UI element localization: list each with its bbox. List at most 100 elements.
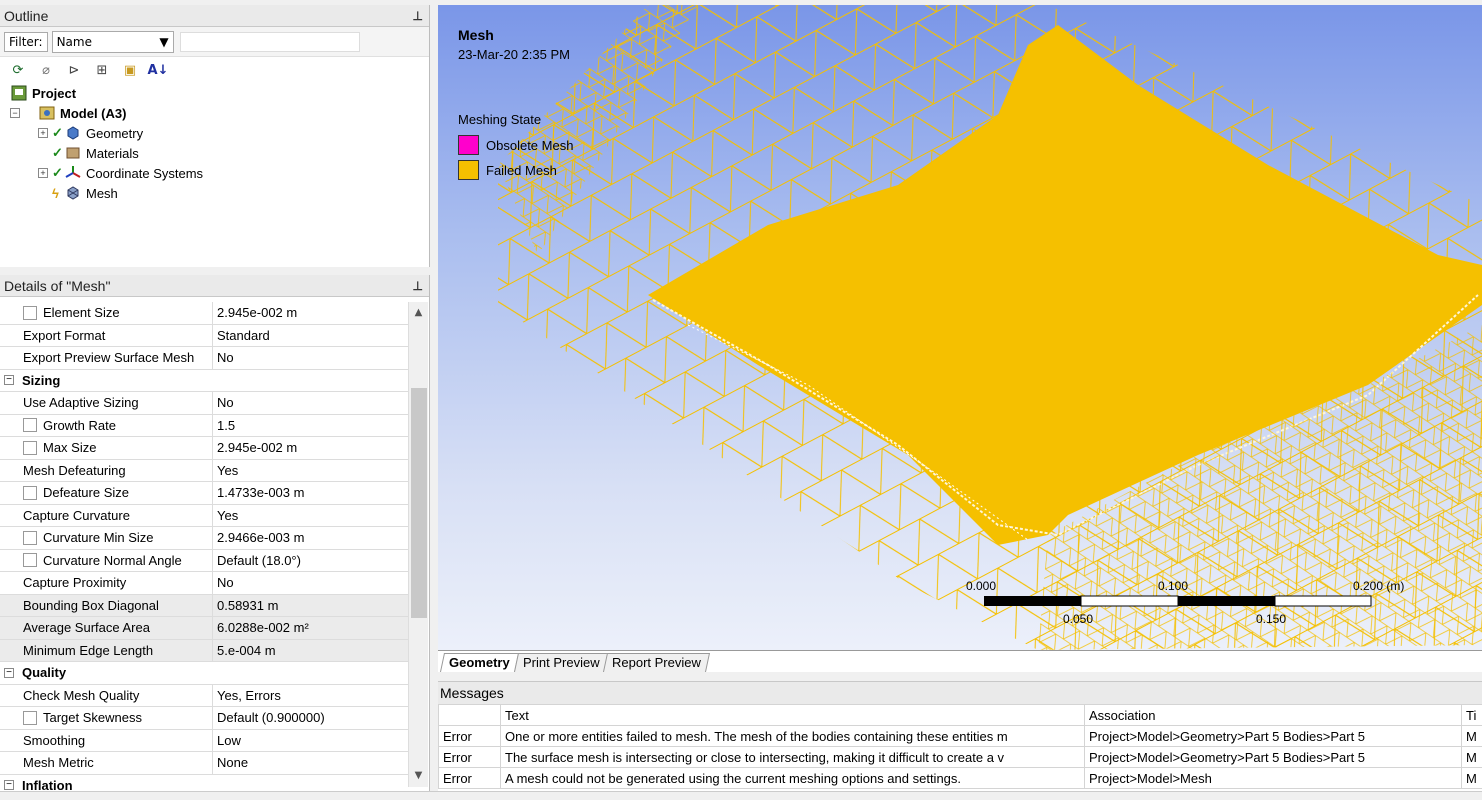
property-value[interactable]: 1.5 (213, 415, 408, 437)
graphics-viewport[interactable]: Mesh 23-Mar-20 2:35 PM Meshing State Obs… (438, 5, 1482, 650)
property-label: Use Adaptive Sizing (23, 395, 139, 411)
details-row[interactable]: Capture Proximity No (0, 572, 408, 595)
expand-all-icon[interactable]: ⊞ (92, 60, 112, 80)
property-label: Target Skewness (43, 710, 142, 726)
status-bar (0, 791, 1482, 800)
details-row[interactable]: Use Adaptive Sizing No (0, 392, 408, 415)
collapse-icon[interactable]: − (10, 108, 20, 118)
collapse-icon[interactable]: − (4, 375, 14, 386)
property-value[interactable]: Yes (213, 460, 408, 482)
property-value[interactable]: Low (213, 730, 408, 752)
tree-item-materials[interactable]: ✓ Materials (10, 143, 429, 163)
property-value[interactable]: 2.945e-002 m (213, 437, 408, 459)
parameter-checkbox[interactable] (23, 418, 37, 433)
legend-item-failed: Failed Mesh (458, 160, 557, 180)
details-row[interactable]: Max Size 2.945e-002 m (0, 437, 408, 460)
property-value[interactable]: Default (0.900000) (213, 707, 408, 729)
details-row[interactable]: Capture Curvature Yes (0, 504, 408, 527)
property-value[interactable]: Standard (213, 325, 408, 347)
property-label: Mesh Metric (23, 755, 94, 771)
details-row[interactable]: Curvature Normal Angle Default (18.0°) (0, 549, 408, 572)
refresh-icon[interactable]: ⟳ (8, 60, 28, 80)
details-row[interactable]: Export Format Standard (0, 324, 408, 347)
tab-geometry[interactable]: Geometry (439, 653, 519, 672)
materials-icon (64, 145, 82, 161)
expand-icon[interactable]: + (38, 128, 48, 138)
property-value[interactable]: 6.0288e-002 m² (213, 617, 408, 639)
property-label: Capture Curvature (23, 507, 130, 523)
collapse-icon[interactable]: − (4, 780, 14, 791)
details-row[interactable]: Mesh Metric None (0, 752, 408, 775)
collapse-branch-icon[interactable]: ⊳ (64, 60, 84, 80)
property-value[interactable]: Default (18.0°) (213, 550, 408, 572)
filter-label: Filter: (4, 31, 48, 52)
details-row[interactable]: Smoothing Low (0, 729, 408, 752)
collapse-icon[interactable]: − (4, 667, 14, 678)
tree-label-model: Model (A3) (60, 105, 127, 121)
tree-item-model[interactable]: − Model (A3) (10, 103, 429, 123)
viewport-tabs: Geometry Print Preview Report Preview (438, 650, 1482, 672)
details-row[interactable]: Bounding Box Diagonal 0.58931 m (0, 594, 408, 617)
pin-icon[interactable]: ⊥ (413, 9, 423, 23)
property-value[interactable]: Yes, Errors (213, 685, 408, 707)
parameter-checkbox[interactable] (23, 553, 37, 568)
property-value[interactable]: 2.945e-002 m (213, 302, 408, 324)
details-row[interactable]: Check Mesh Quality Yes, Errors (0, 684, 408, 707)
column-header[interactable]: Text (500, 704, 1085, 726)
property-value[interactable]: None (213, 752, 408, 774)
property-label: Capture Proximity (23, 575, 127, 591)
details-row[interactable]: Mesh Defeaturing Yes (0, 459, 408, 482)
details-section-quality[interactable]: − Quality (0, 662, 408, 685)
property-value[interactable]: 0.58931 m (213, 595, 408, 617)
tree-item-geometry[interactable]: + ✓ Geometry (10, 123, 429, 143)
property-value[interactable]: 2.9466e-003 m (213, 527, 408, 549)
column-header[interactable]: Ti (1461, 704, 1482, 726)
project-icon (10, 85, 28, 101)
property-value[interactable]: No (213, 572, 408, 594)
pin-icon[interactable]: ⊥ (413, 279, 423, 293)
parameter-checkbox[interactable] (23, 440, 37, 455)
details-row[interactable]: Element Size 2.945e-002 m (0, 302, 408, 325)
tab-report-preview[interactable]: Report Preview (603, 653, 711, 672)
message-row[interactable]: Error The surface mesh is intersecting o… (438, 746, 1482, 768)
property-value[interactable]: 5.e-004 m (213, 640, 408, 662)
suppress-icon[interactable]: ⌀ (36, 60, 56, 80)
parameter-checkbox[interactable] (23, 485, 37, 500)
details-row[interactable]: Defeature Size 1.4733e-003 m (0, 482, 408, 505)
tree-item-coordinate-systems[interactable]: + ✓ Coordinate Systems (10, 163, 429, 183)
filter-dropdown[interactable]: Name ▼ (51, 30, 174, 53)
details-row[interactable]: Export Preview Surface Mesh No (0, 347, 408, 370)
parameter-checkbox[interactable] (23, 710, 37, 725)
scroll-down-icon[interactable]: ▼ (409, 765, 428, 787)
sort-az-icon[interactable]: A↓ (148, 60, 169, 80)
property-value[interactable]: No (213, 392, 408, 414)
details-row[interactable]: Minimum Edge Length 5.e-004 m (0, 639, 408, 662)
filter-search-input[interactable] (179, 31, 360, 52)
details-row[interactable]: Target Skewness Default (0.900000) (0, 707, 408, 730)
tree-item-mesh[interactable]: ϟ Mesh (10, 183, 429, 203)
parameter-checkbox[interactable] (23, 530, 37, 545)
details-section-sizing[interactable]: − Sizing (0, 370, 408, 392)
column-header[interactable] (438, 704, 501, 726)
tree-item-project[interactable]: Project (10, 83, 429, 103)
details-row[interactable]: Curvature Min Size 2.9466e-003 m (0, 527, 408, 550)
outline-title-bar: Outline ⊥ (0, 5, 429, 27)
details-scrollbar[interactable]: ▲ ▼ (408, 302, 428, 787)
parameter-checkbox[interactable] (23, 305, 37, 320)
tab-print-preview[interactable]: Print Preview (513, 653, 609, 672)
message-row[interactable]: Error A mesh could not be generated usin… (438, 767, 1482, 789)
property-value[interactable]: No (213, 347, 408, 369)
property-value[interactable]: Yes (213, 505, 408, 527)
expand-icon[interactable]: + (38, 168, 48, 178)
details-row[interactable]: Average Surface Area 6.0288e-002 m² (0, 617, 408, 640)
legend-item-obsolete: Obsolete Mesh (458, 135, 573, 155)
scroll-thumb[interactable] (411, 388, 427, 618)
scroll-up-icon[interactable]: ▲ (409, 302, 428, 324)
column-header[interactable]: Association (1084, 704, 1462, 726)
folder-icon[interactable]: ▣ (120, 60, 140, 80)
property-name: Curvature Min Size (0, 527, 213, 549)
message-text: A mesh could not be generated using the … (500, 767, 1085, 789)
details-row[interactable]: Growth Rate 1.5 (0, 414, 408, 437)
message-row[interactable]: Error One or more entities failed to mes… (438, 725, 1482, 747)
property-value[interactable]: 1.4733e-003 m (213, 482, 408, 504)
